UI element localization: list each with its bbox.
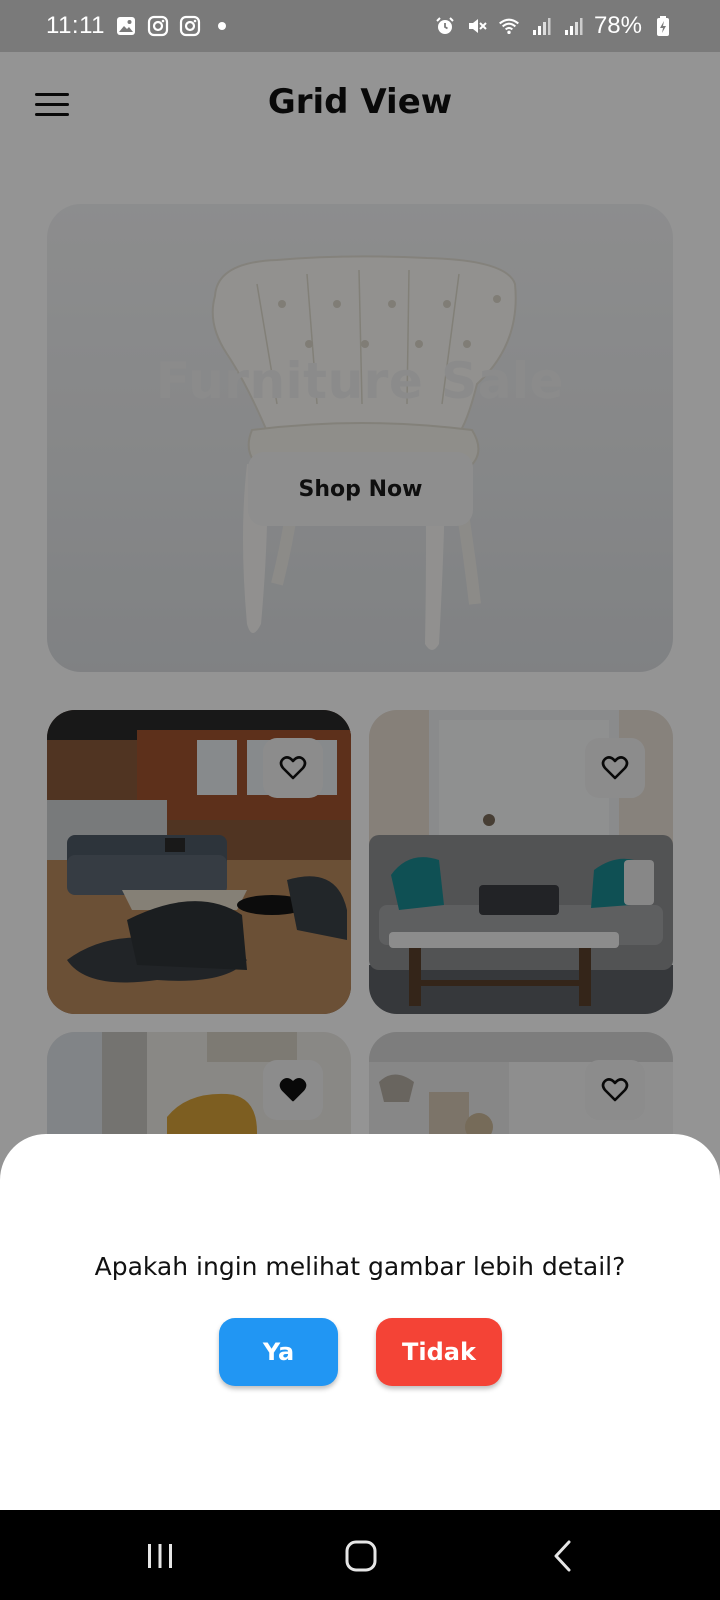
instagram-icon bbox=[179, 15, 201, 37]
status-bar: 11:11 78% bbox=[0, 0, 720, 52]
battery-percentage: 78% bbox=[593, 12, 642, 39]
wifi-icon bbox=[498, 15, 520, 37]
status-time: 11:11 bbox=[46, 12, 105, 39]
system-nav-bar bbox=[0, 1510, 720, 1600]
recents-icon[interactable] bbox=[130, 1534, 190, 1578]
dot-icon bbox=[211, 15, 233, 37]
status-left: 11:11 bbox=[46, 12, 233, 40]
alarm-icon bbox=[434, 15, 456, 37]
signal-icon bbox=[530, 15, 552, 37]
status-right: 78% bbox=[434, 12, 674, 40]
confirmation-bottom-sheet: Apakah ingin melihat gambar lebih detail… bbox=[0, 1134, 720, 1510]
battery-charging-icon bbox=[652, 15, 674, 37]
dialog-question: Apakah ingin melihat gambar lebih detail… bbox=[94, 1252, 626, 1281]
instagram-icon bbox=[147, 15, 169, 37]
mute-icon bbox=[466, 15, 488, 37]
home-icon[interactable] bbox=[331, 1534, 391, 1578]
signal-icon bbox=[562, 15, 584, 37]
no-button[interactable]: Tidak bbox=[376, 1318, 502, 1386]
back-icon[interactable] bbox=[533, 1534, 593, 1578]
gallery-icon bbox=[115, 15, 137, 37]
yes-button[interactable]: Ya bbox=[219, 1318, 338, 1386]
